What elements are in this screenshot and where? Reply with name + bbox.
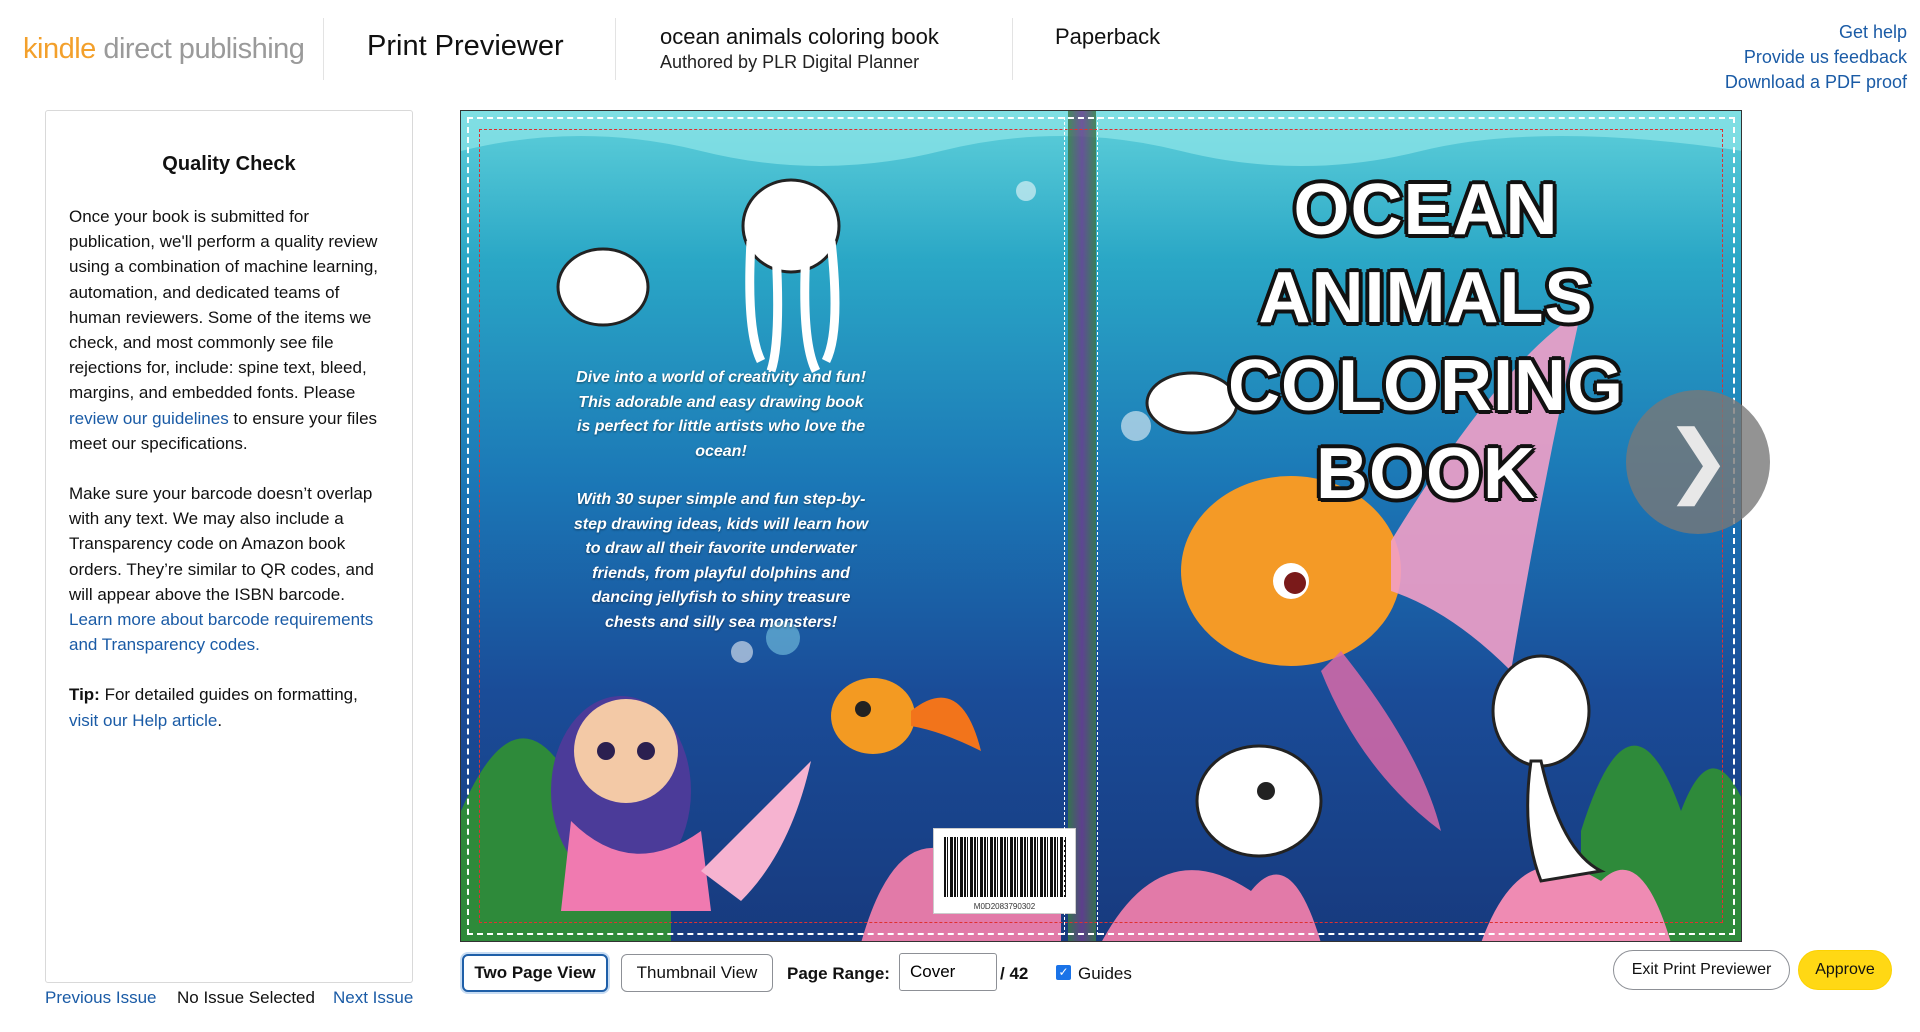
logo-kindle-text: kindle (23, 33, 96, 65)
tip-label: Tip: (69, 685, 100, 705)
guides-checkbox[interactable]: ✓ (1056, 965, 1071, 980)
book-author: Authored by PLR Digital Planner (660, 52, 920, 72)
quality-check-panel: Quality Check Once your book is submitte… (45, 110, 413, 983)
help-links: Get help Provide us feedback Download a … (1725, 20, 1907, 95)
back-cover-blurb-1: Dive into a world of creativity and fun!… (576, 369, 866, 460)
page-range-label: Page Range: (787, 964, 890, 983)
book-title: ocean animals coloring book (660, 24, 939, 49)
cover-preview: Dive into a world of creativity and fun!… (460, 110, 1742, 942)
back-cover-text: Dive into a world of creativity and fun!… (571, 366, 871, 635)
next-issue-link[interactable]: Next Issue (333, 988, 413, 1008)
logo-rest-text: direct publishing (95, 33, 305, 65)
page-title: Print Previewer (367, 30, 564, 62)
next-page-arrow-icon[interactable]: ❯ (1626, 390, 1770, 534)
approve-button[interactable]: Approve (1798, 950, 1892, 990)
paragraph-text: Once your book is submitted for publicat… (69, 207, 379, 403)
paragraph-text: Make sure your barcode doesn’t overlap w… (69, 484, 374, 604)
page-range-input[interactable] (899, 953, 997, 991)
front-title-line-2: COLORING BOOK (1228, 346, 1624, 514)
book-spine (1068, 111, 1096, 941)
tip-paragraph: Tip: For detailed guides on formatting, … (69, 682, 389, 732)
bubble (1016, 181, 1036, 201)
back-cover-blurb-2: With 30 super simple and fun step-by-ste… (573, 491, 869, 631)
front-title-line-1: OCEAN ANIMALS (1258, 170, 1594, 338)
guides-label: Guides (1078, 964, 1132, 983)
barcode-number: M0D2083790302 (973, 902, 1036, 911)
quality-check-title: Quality Check (162, 153, 296, 175)
header-divider (1012, 18, 1013, 80)
barcode-requirements-link[interactable]: Learn more about barcode requirements an… (69, 610, 373, 654)
review-guidelines-link[interactable]: review our guidelines (69, 409, 229, 428)
book-format: Paperback (1055, 24, 1161, 49)
previous-issue-link[interactable]: Previous Issue (45, 988, 157, 1008)
quality-check-paragraph: Once your book is submitted for publicat… (69, 204, 389, 456)
get-help-link[interactable]: Get help (1725, 20, 1907, 45)
paragraph-text: . (217, 710, 223, 730)
preview-toolbar: Two Page View Thumbnail View Page Range:… (460, 950, 1892, 996)
kdp-logo[interactable]: kindle direct publishing (23, 33, 305, 66)
header-divider (323, 18, 324, 80)
paragraph-text: For detailed guides on formatting, (99, 685, 358, 705)
page-total: / 42 (1000, 964, 1029, 983)
barcode: M0D2083790302 (933, 828, 1076, 914)
header: kindle direct publishing Print Previewer… (0, 0, 1920, 100)
feedback-link[interactable]: Provide us feedback (1725, 45, 1907, 70)
current-issue-status: No Issue Selected (177, 988, 315, 1007)
help-article-link[interactable]: visit our Help article (69, 711, 217, 730)
two-page-view-button[interactable]: Two Page View (462, 954, 608, 992)
download-pdf-proof-link[interactable]: Download a PDF proof (1725, 70, 1907, 95)
header-divider (615, 18, 616, 80)
thumbnail-view-button[interactable]: Thumbnail View (621, 954, 773, 992)
bubble (731, 641, 753, 663)
barcode-paragraph: Make sure your barcode doesn’t overlap w… (69, 481, 389, 657)
barcode-bars (944, 837, 1067, 897)
exit-print-previewer-button[interactable]: Exit Print Previewer (1613, 950, 1790, 990)
